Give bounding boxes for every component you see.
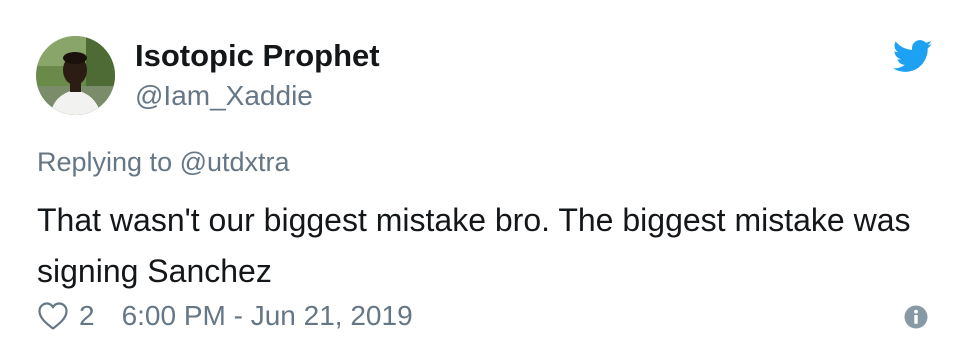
info-icon[interactable]: [904, 305, 928, 329]
like-button[interactable]: 2: [37, 300, 95, 332]
like-count: 2: [79, 300, 95, 331]
heart-icon: [37, 301, 69, 331]
tweet-card: Isotopic Prophet @Iam_Xaddie Replying to…: [0, 0, 971, 357]
user-handle[interactable]: @Iam_Xaddie: [135, 78, 313, 114]
tweet-timestamp[interactable]: 6:00 PM - Jun 21, 2019: [122, 300, 413, 332]
avatar[interactable]: [36, 36, 115, 115]
tweet-text: That wasn't our biggest mistake bro. The…: [37, 202, 911, 289]
avatar-image: [36, 36, 115, 115]
replying-to-handle-link[interactable]: @utdxtra: [180, 147, 290, 177]
replying-prefix: Replying to: [37, 147, 180, 177]
twitter-bird-icon[interactable]: [892, 40, 933, 73]
replying-to: Replying to @utdxtra: [37, 144, 290, 180]
tweet-footer: 2 6:00 PM - Jun 21, 2019: [37, 296, 413, 336]
display-name[interactable]: Isotopic Prophet: [135, 36, 380, 76]
